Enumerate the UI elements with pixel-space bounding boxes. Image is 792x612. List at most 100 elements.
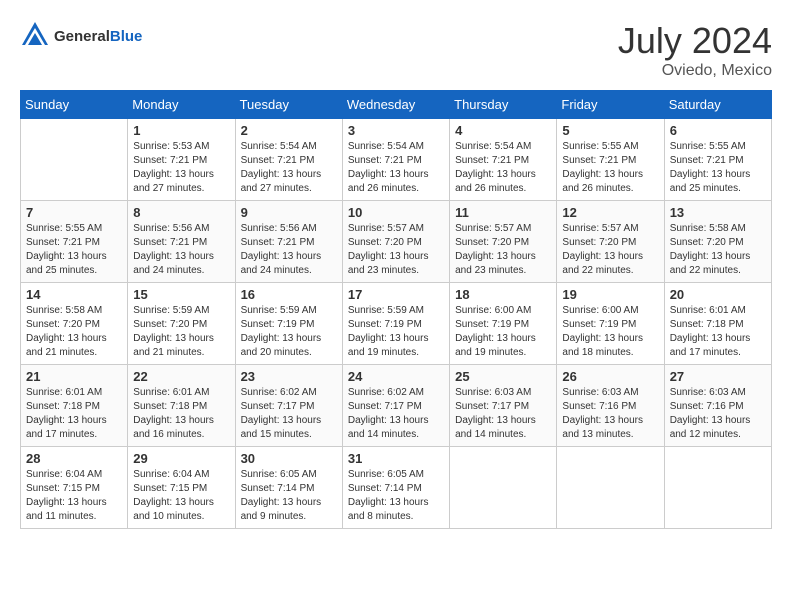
calendar-day-cell: 19 Sunrise: 6:00 AMSunset: 7:19 PMDayligh… [557, 283, 664, 365]
calendar-day-cell: 20Sunrise: 6:01 AMSunset: 7:18 PMDayligh… [664, 283, 771, 365]
calendar-day-cell [21, 119, 128, 201]
day-info: Sunrise: 6:02 AMSunset: 7:17 PMDaylight:… [241, 386, 337, 442]
day-info: Sunrise: 6:03 AMSunset: 7:16 PMDaylight:… [670, 386, 766, 442]
day-number: 14 [26, 287, 122, 302]
day-info: Sunrise: 6:01 AMSunset: 7:18 PMDaylight:… [133, 386, 229, 442]
calendar-week-row: 7 Sunrise: 5:55 AMSunset: 7:21 PMDaylight… [21, 201, 772, 283]
day-info: Sunrise: 5:57 AMSunset: 7:20 PMDaylight:… [455, 222, 551, 278]
day-info: Sunrise: 5:54 AMSunset: 7:21 PMDaylight:… [455, 140, 551, 196]
logo-general: General [54, 28, 110, 45]
day-number: 11 [455, 205, 551, 220]
calendar-day-cell: 28 Sunrise: 6:04 AMSunset: 7:15 PMDayligh… [21, 447, 128, 529]
day-number: 12 [562, 205, 658, 220]
day-number: 31 [348, 451, 444, 466]
day-info: Sunrise: 6:00 AMSunset: 7:19 PMDaylight:… [562, 304, 658, 360]
day-info: Sunrise: 5:59 AMSunset: 7:19 PMDaylight:… [348, 304, 444, 360]
day-info: Sunrise: 5:55 AMSunset: 7:21 PMDaylight:… [670, 140, 766, 196]
day-number: 2 [241, 123, 337, 138]
calendar-week-row: 28 Sunrise: 6:04 AMSunset: 7:15 PMDayligh… [21, 447, 772, 529]
day-number: 26 [562, 369, 658, 384]
day-number: 6 [670, 123, 766, 138]
day-number: 25 [455, 369, 551, 384]
calendar-day-cell: 24 Sunrise: 6:02 AMSunset: 7:17 PMDayligh… [342, 365, 449, 447]
calendar-day-cell [664, 447, 771, 529]
calendar-day-cell: 4 Sunrise: 5:54 AMSunset: 7:21 PMDaylight… [450, 119, 557, 201]
day-number: 13 [670, 205, 766, 220]
calendar-day-cell: 2 Sunrise: 5:54 AMSunset: 7:21 PMDaylight… [235, 119, 342, 201]
day-number: 30 [241, 451, 337, 466]
calendar-day-cell: 27 Sunrise: 6:03 AMSunset: 7:16 PMDayligh… [664, 365, 771, 447]
calendar-day-cell: 29Sunrise: 6:04 AMSunset: 7:15 PMDayligh… [128, 447, 235, 529]
day-number: 18 [455, 287, 551, 302]
day-info: Sunrise: 5:56 AMSunset: 7:21 PMDaylight:… [133, 222, 229, 278]
day-number: 27 [670, 369, 766, 384]
day-info: Sunrise: 6:04 AMSunset: 7:15 PMDaylight:… [26, 468, 122, 524]
weekday-header-cell: Tuesday [235, 91, 342, 119]
calendar-day-cell: 5Sunrise: 5:55 AMSunset: 7:21 PMDaylight… [557, 119, 664, 201]
logo-blue: Blue [110, 28, 143, 45]
calendar-week-row: 14 Sunrise: 5:58 AMSunset: 7:20 PMDayligh… [21, 283, 772, 365]
day-number: 28 [26, 451, 122, 466]
day-info: Sunrise: 5:58 AMSunset: 7:20 PMDaylight:… [670, 222, 766, 278]
day-info: Sunrise: 5:59 AMSunset: 7:20 PMDaylight:… [133, 304, 229, 360]
calendar-week-row: 21 Sunrise: 6:01 AMSunset: 7:18 PMDayligh… [21, 365, 772, 447]
title-block: July 2024 Oviedo, Mexico [618, 20, 772, 80]
day-info: Sunrise: 5:57 AMSunset: 7:20 PMDaylight:… [562, 222, 658, 278]
day-info: Sunrise: 6:01 AMSunset: 7:18 PMDaylight:… [26, 386, 122, 442]
day-number: 15 [133, 287, 229, 302]
calendar-day-cell: 30 Sunrise: 6:05 AMSunset: 7:14 PMDayligh… [235, 447, 342, 529]
day-info: Sunrise: 6:05 AMSunset: 7:14 PMDaylight:… [241, 468, 337, 524]
day-info: Sunrise: 6:05 AMSunset: 7:14 PMDaylight:… [348, 468, 444, 524]
calendar-table: SundayMondayTuesdayWednesdayThursdayFrid… [20, 90, 772, 529]
day-number: 3 [348, 123, 444, 138]
day-info: Sunrise: 5:55 AMSunset: 7:21 PMDaylight:… [562, 140, 658, 196]
day-info: Sunrise: 5:54 AMSunset: 7:21 PMDaylight:… [241, 140, 337, 196]
calendar-day-cell: 17 Sunrise: 5:59 AMSunset: 7:19 PMDayligh… [342, 283, 449, 365]
day-number: 29 [133, 451, 229, 466]
calendar-day-cell: 16Sunrise: 5:59 AMSunset: 7:19 PMDayligh… [235, 283, 342, 365]
day-number: 10 [348, 205, 444, 220]
day-number: 4 [455, 123, 551, 138]
day-info: Sunrise: 5:56 AMSunset: 7:21 PMDaylight:… [241, 222, 337, 278]
calendar-week-row: 1Sunrise: 5:53 AMSunset: 7:21 PMDaylight… [21, 119, 772, 201]
calendar-day-cell [557, 447, 664, 529]
calendar-day-cell: 25Sunrise: 6:03 AMSunset: 7:17 PMDayligh… [450, 365, 557, 447]
calendar-day-cell: 26Sunrise: 6:03 AMSunset: 7:16 PMDayligh… [557, 365, 664, 447]
calendar-day-cell: 9 Sunrise: 5:56 AMSunset: 7:21 PMDaylight… [235, 201, 342, 283]
weekday-header-cell: Sunday [21, 91, 128, 119]
day-info: Sunrise: 5:58 AMSunset: 7:20 PMDaylight:… [26, 304, 122, 360]
calendar-day-cell: 22 Sunrise: 6:01 AMSunset: 7:18 PMDayligh… [128, 365, 235, 447]
day-number: 19 [562, 287, 658, 302]
calendar-day-cell: 10Sunrise: 5:57 AMSunset: 7:20 PMDayligh… [342, 201, 449, 283]
day-info: Sunrise: 6:02 AMSunset: 7:17 PMDaylight:… [348, 386, 444, 442]
day-number: 9 [241, 205, 337, 220]
calendar-day-cell: 13 Sunrise: 5:58 AMSunset: 7:20 PMDayligh… [664, 201, 771, 283]
calendar-day-cell: 18 Sunrise: 6:00 AMSunset: 7:19 PMDayligh… [450, 283, 557, 365]
weekday-header-cell: Saturday [664, 91, 771, 119]
weekday-header-cell: Monday [128, 91, 235, 119]
logo-icon [20, 20, 50, 50]
day-info: Sunrise: 5:55 AMSunset: 7:21 PMDaylight:… [26, 222, 122, 278]
day-info: Sunrise: 6:00 AMSunset: 7:19 PMDaylight:… [455, 304, 551, 360]
month-year-title: July 2024 [618, 20, 772, 62]
day-number: 8 [133, 205, 229, 220]
day-number: 17 [348, 287, 444, 302]
calendar-body: 1Sunrise: 5:53 AMSunset: 7:21 PMDaylight… [21, 119, 772, 529]
day-info: Sunrise: 5:59 AMSunset: 7:19 PMDaylight:… [241, 304, 337, 360]
weekday-header-cell: Wednesday [342, 91, 449, 119]
day-info: Sunrise: 6:01 AMSunset: 7:18 PMDaylight:… [670, 304, 766, 360]
calendar-day-cell: 7 Sunrise: 5:55 AMSunset: 7:21 PMDaylight… [21, 201, 128, 283]
weekday-header-row: SundayMondayTuesdayWednesdayThursdayFrid… [21, 91, 772, 119]
day-number: 1 [133, 123, 229, 138]
calendar-day-cell: 6 Sunrise: 5:55 AMSunset: 7:21 PMDaylight… [664, 119, 771, 201]
day-number: 21 [26, 369, 122, 384]
calendar-day-cell: 8 Sunrise: 5:56 AMSunset: 7:21 PMDaylight… [128, 201, 235, 283]
calendar-day-cell [450, 447, 557, 529]
day-number: 22 [133, 369, 229, 384]
day-number: 24 [348, 369, 444, 384]
calendar-day-cell: 23Sunrise: 6:02 AMSunset: 7:17 PMDayligh… [235, 365, 342, 447]
weekday-header-cell: Thursday [450, 91, 557, 119]
day-number: 7 [26, 205, 122, 220]
logo: GeneralBlue [20, 20, 142, 55]
calendar-day-cell: 11 Sunrise: 5:57 AMSunset: 7:20 PMDayligh… [450, 201, 557, 283]
